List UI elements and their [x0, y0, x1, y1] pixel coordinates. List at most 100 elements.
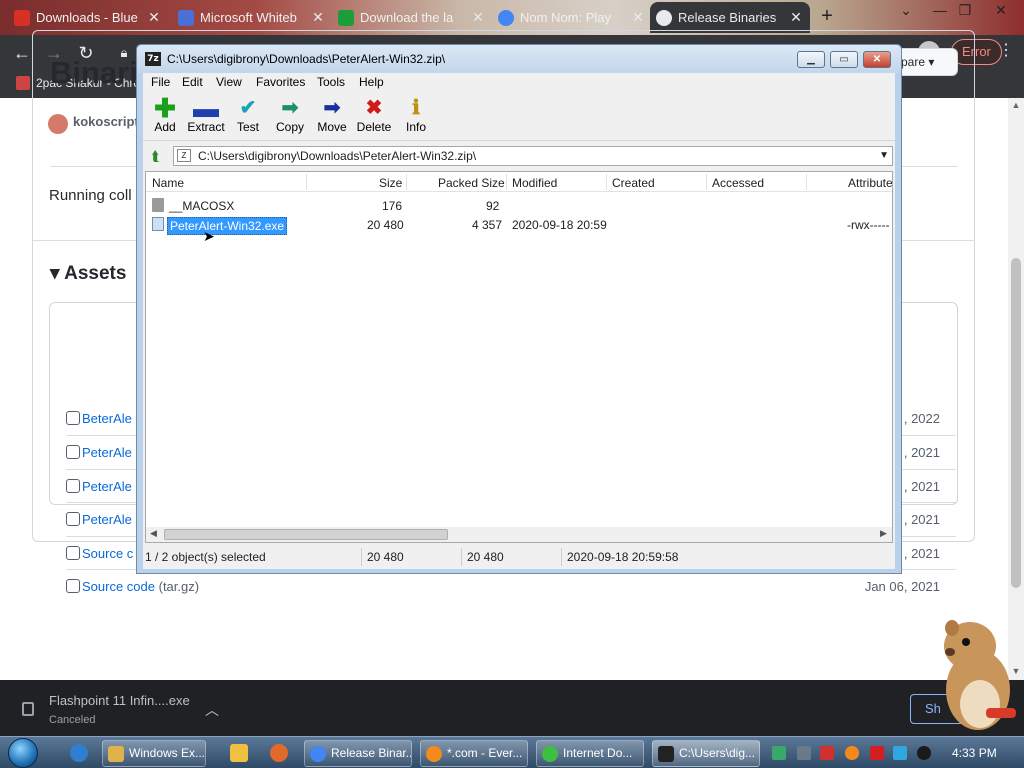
copy-button[interactable]: ➡ Copy	[268, 95, 312, 139]
tab-label: Microsoft Whiteb	[200, 10, 297, 25]
tray-app-icon[interactable]	[820, 746, 834, 760]
extract-label: Extract	[187, 120, 225, 134]
asset-date: , 2021	[903, 546, 940, 561]
asset-link[interactable]: PeterAle	[82, 445, 132, 460]
clock[interactable]: 4:33 PM	[952, 746, 997, 760]
tab-microsoft-whiteboard[interactable]: Microsoft Whiteb ✕	[172, 2, 332, 33]
status-divider	[561, 548, 562, 566]
close-icon[interactable]: ✕	[146, 9, 162, 26]
column-packed-size[interactable]: Packed Size	[438, 176, 505, 190]
scroll-up-icon[interactable]: ▲	[1010, 100, 1022, 112]
scroll-left-icon[interactable]: ◀	[150, 528, 157, 539]
restore-icon[interactable]: ❐	[954, 2, 976, 20]
minimize-icon[interactable]: —	[929, 2, 951, 20]
column-divider[interactable]	[406, 174, 407, 190]
copy-label: Copy	[275, 120, 304, 134]
close-icon[interactable]: ✕	[788, 9, 804, 26]
tray-search-icon[interactable]	[845, 746, 859, 760]
package-icon	[66, 479, 80, 493]
extract-button[interactable]: ▬ Extract	[184, 95, 228, 139]
dropdown-arrow-icon[interactable]: ▼	[879, 147, 889, 165]
close-window-icon[interactable]: ✕	[990, 2, 1012, 20]
column-divider[interactable]	[806, 174, 807, 190]
check-icon: ✔	[239, 97, 257, 119]
menu-file[interactable]: File	[151, 75, 170, 89]
column-divider[interactable]	[306, 174, 307, 190]
close-icon[interactable]: ✕	[310, 9, 326, 26]
column-created[interactable]: Created	[612, 176, 655, 190]
page-scrollbar-thumb[interactable]	[1011, 258, 1021, 588]
download-status: Canceled	[49, 714, 96, 726]
tab-downloads[interactable]: Downloads - Blue ✕	[8, 2, 168, 33]
file-name: PeterAlert-Win32.exe	[167, 217, 288, 235]
asset-link[interactable]: Source code (tar.gz)	[82, 579, 199, 594]
close-icon[interactable]: ✕	[630, 9, 646, 26]
scroll-right-icon[interactable]: ▶	[880, 528, 887, 539]
file-row-macosx[interactable]: __MACOSX 176 92	[146, 196, 892, 215]
close-button[interactable]: ✕	[863, 51, 891, 68]
app-icon[interactable]	[270, 744, 288, 762]
new-tab-button[interactable]: +	[817, 6, 837, 27]
taskbar-item-7zip[interactable]: C:\Users\dig...	[652, 740, 760, 767]
start-button[interactable]	[8, 738, 38, 768]
maximize-button[interactable]: ▭	[830, 51, 858, 68]
asset-link[interactable]: Source c	[82, 546, 133, 561]
menu-view[interactable]: View	[216, 75, 242, 89]
add-label: Add	[154, 120, 176, 134]
download-file-name[interactable]: Flashpoint 11 Infin....exe	[49, 693, 190, 708]
tab-release-binaries[interactable]: Release Binaries ✕	[650, 2, 810, 33]
horizontal-scrollbar[interactable]: ◀ ▶	[146, 527, 892, 542]
add-button[interactable]: ✚ Add	[143, 95, 187, 139]
asset-row[interactable]: Source code (tar.gz) Jan 06, 2021	[66, 569, 956, 603]
tray-monitor-icon[interactable]	[893, 746, 907, 760]
file-row-peteralert[interactable]: PeterAlert-Win32.exe 20 480 4 357 2020-0…	[146, 215, 892, 235]
path-field[interactable]: Z C:\Users\digibrony\Downloads\PeterAler…	[173, 146, 893, 166]
column-size[interactable]: Size	[379, 176, 402, 190]
asset-date: , 2021	[903, 479, 940, 494]
taskbar-item-windows-explorer[interactable]: Windows Ex...	[102, 740, 206, 767]
chevron-up-icon[interactable]: ︿	[205, 700, 219, 720]
column-accessed[interactable]: Accessed	[712, 176, 764, 190]
asset-link[interactable]: PeterAle	[82, 479, 132, 494]
taskbar-item-internet-download[interactable]: Internet Do...	[536, 740, 644, 767]
column-name[interactable]: Name	[152, 176, 184, 190]
column-attribute[interactable]: Attribute	[848, 176, 892, 190]
chevron-down-icon[interactable]: ⌄	[895, 2, 917, 20]
author-avatar[interactable]	[48, 114, 68, 134]
taskbar-item-chrome[interactable]: Release Binar...	[304, 740, 412, 767]
menu-tools[interactable]: Tools	[317, 75, 345, 89]
media-player-icon[interactable]	[230, 744, 248, 762]
menu-help[interactable]: Help	[359, 75, 384, 89]
internet-explorer-icon[interactable]	[70, 744, 88, 762]
asset-link[interactable]: PeterAle	[82, 512, 132, 527]
delete-button[interactable]: ✖ Delete	[352, 95, 396, 139]
taskbar-item-everything[interactable]: *.com - Ever...	[420, 740, 528, 767]
assets-heading[interactable]: ▾ Assets	[50, 262, 126, 285]
tray-app-icon[interactable]	[797, 746, 811, 760]
asset-link[interactable]: BeterAle	[82, 411, 132, 426]
close-icon[interactable]: ✕	[470, 9, 486, 26]
window-titlebar[interactable]: 7z C:\Users\digibrony\Downloads\PeterAle…	[137, 45, 901, 73]
tray-flag-icon[interactable]	[870, 746, 884, 760]
asset-date: , 2021	[903, 445, 940, 460]
column-divider[interactable]	[706, 174, 707, 190]
tab-nom-nom[interactable]: Nom Nom: Play ✕	[492, 2, 652, 33]
move-button[interactable]: ➡ Move	[310, 95, 354, 139]
more-menu-icon[interactable]: ⋮	[998, 40, 1014, 60]
tray-app-icon[interactable]	[772, 746, 786, 760]
package-icon	[66, 411, 80, 425]
test-button[interactable]: ✔ Test	[226, 95, 270, 139]
column-divider[interactable]	[606, 174, 607, 190]
column-divider[interactable]	[506, 174, 507, 190]
back-arrow-icon[interactable]: ←	[12, 43, 32, 63]
tab-download[interactable]: Download the la ✕	[332, 2, 492, 33]
folder-up-icon[interactable]: ⮬	[145, 146, 167, 166]
column-modified[interactable]: Modified	[512, 176, 557, 190]
minimize-button[interactable]: ▁	[797, 51, 825, 68]
menu-edit[interactable]: Edit	[182, 75, 203, 89]
menu-favorites[interactable]: Favorites	[256, 75, 305, 89]
info-button[interactable]: ℹ Info	[394, 95, 438, 139]
author-link[interactable]: kokoscript	[73, 114, 139, 129]
tray-volume-icon[interactable]	[917, 746, 931, 760]
scrollbar-thumb[interactable]	[164, 529, 448, 540]
